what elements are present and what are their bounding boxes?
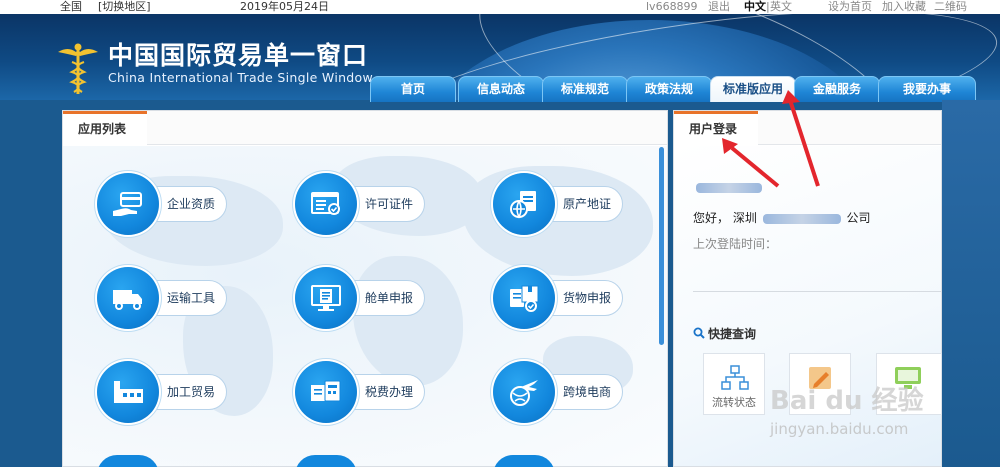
- watermark-url: jingyan.baidu.com: [770, 420, 909, 438]
- app-list-tab[interactable]: 应用列表: [63, 111, 147, 145]
- logout-link[interactable]: 退出: [708, 0, 730, 14]
- certificate-icon: [311, 192, 340, 215]
- app-processing-trade[interactable]: 加工贸易: [97, 361, 257, 423]
- set-homepage-link[interactable]: 设为首页: [828, 0, 872, 14]
- quick-query-heading: 快捷查询: [693, 325, 756, 342]
- quick-flow-status[interactable]: 流转状态: [703, 353, 765, 415]
- login-background: [674, 146, 941, 466]
- app-manifest-declaration[interactable]: 舱单申报: [295, 267, 455, 329]
- app-certificate-of-origin[interactable]: 原产地证: [493, 173, 653, 235]
- app-label: 许可证件: [365, 197, 414, 211]
- app-list-panel: 应用列表 企业资质 许可证件 原产地证 运输工具 舱单申报 货物申报 加工贸易 …: [62, 110, 668, 467]
- login-tab[interactable]: 用户登录: [674, 111, 758, 145]
- app-cross-border-ecommerce[interactable]: 跨境电商: [493, 361, 653, 423]
- tab-standard-apps[interactable]: 标准版应用: [710, 76, 796, 102]
- site-title-en: China International Trade Single Window: [108, 70, 374, 85]
- app-label: 跨境电商: [563, 385, 612, 399]
- flow-network-icon: [721, 365, 749, 390]
- customs-emblem-icon: [58, 43, 98, 94]
- tab-news[interactable]: 信息动态: [458, 76, 544, 102]
- airplane-globe-icon: [510, 380, 538, 406]
- lang-english-link[interactable]: 英文: [770, 0, 792, 14]
- add-favorite-link[interactable]: 加入收藏: [882, 0, 926, 14]
- qrcode-link[interactable]: 二维码: [934, 0, 967, 14]
- right-edge-background: [942, 100, 1000, 467]
- card-hand-icon: [113, 192, 142, 216]
- globe-document-icon: [510, 191, 536, 219]
- tax-receipt-icon: [311, 380, 341, 402]
- app-label: 货物申报: [563, 291, 612, 305]
- app-label: 运输工具: [167, 291, 216, 305]
- last-login-label: 上次登陆时间：: [693, 237, 778, 251]
- divider: [693, 291, 941, 292]
- tab-finance[interactable]: 金融服务: [794, 76, 880, 102]
- top-utility-bar: 全国 [切换地区] 2019年05月24日 lv668899 退出 中文 | 英…: [0, 0, 1000, 14]
- app-tax-payment[interactable]: 税费办理: [295, 361, 455, 423]
- app-company-qualification[interactable]: 企业资质: [97, 173, 257, 235]
- switch-region-link[interactable]: [切换地区]: [98, 0, 151, 14]
- tab-standards[interactable]: 标准规范: [542, 76, 628, 102]
- quick-label: 流转状态: [712, 396, 756, 409]
- tab-services[interactable]: 我要办事: [878, 76, 976, 102]
- app-transport-vehicle[interactable]: 运输工具: [97, 267, 257, 329]
- username-blurred: [696, 183, 762, 193]
- app-goods-declaration[interactable]: 货物申报: [493, 267, 653, 329]
- app-label: 原产地证: [563, 197, 612, 211]
- company-name-blurred: [762, 213, 841, 224]
- watermark-brand: Bai du 经验: [770, 386, 924, 416]
- login-header: 用户登录: [674, 111, 941, 145]
- app-list-header: 应用列表: [63, 111, 667, 145]
- lang-chinese-link[interactable]: 中文: [744, 0, 766, 14]
- app-license-certificate[interactable]: 许可证件: [295, 173, 455, 235]
- login-title: 用户登录: [689, 122, 738, 136]
- truck-icon: [113, 290, 142, 310]
- search-icon: [693, 327, 705, 339]
- app-label: 企业资质: [167, 197, 216, 211]
- monitor-document-icon: [311, 285, 341, 311]
- app-list-title: 应用列表: [78, 122, 127, 136]
- app-label: 加工贸易: [167, 385, 216, 399]
- site-title-cn: 中国国际贸易单一窗口: [108, 41, 369, 70]
- region-label: 全国: [60, 0, 82, 13]
- tab-home[interactable]: 首页: [370, 76, 456, 102]
- username-link[interactable]: lv668899: [646, 0, 698, 14]
- current-date: 2019年05月24日: [240, 0, 329, 13]
- box-document-icon: [510, 285, 539, 312]
- app-label: 税费办理: [365, 385, 414, 399]
- greeting-text: 您好， 深圳 公司: [693, 211, 871, 225]
- app-list-scrollbar[interactable]: [659, 147, 664, 345]
- app-label: 舱单申报: [365, 291, 414, 305]
- tab-policy[interactable]: 政策法规: [626, 76, 712, 102]
- factory-icon: [114, 381, 143, 403]
